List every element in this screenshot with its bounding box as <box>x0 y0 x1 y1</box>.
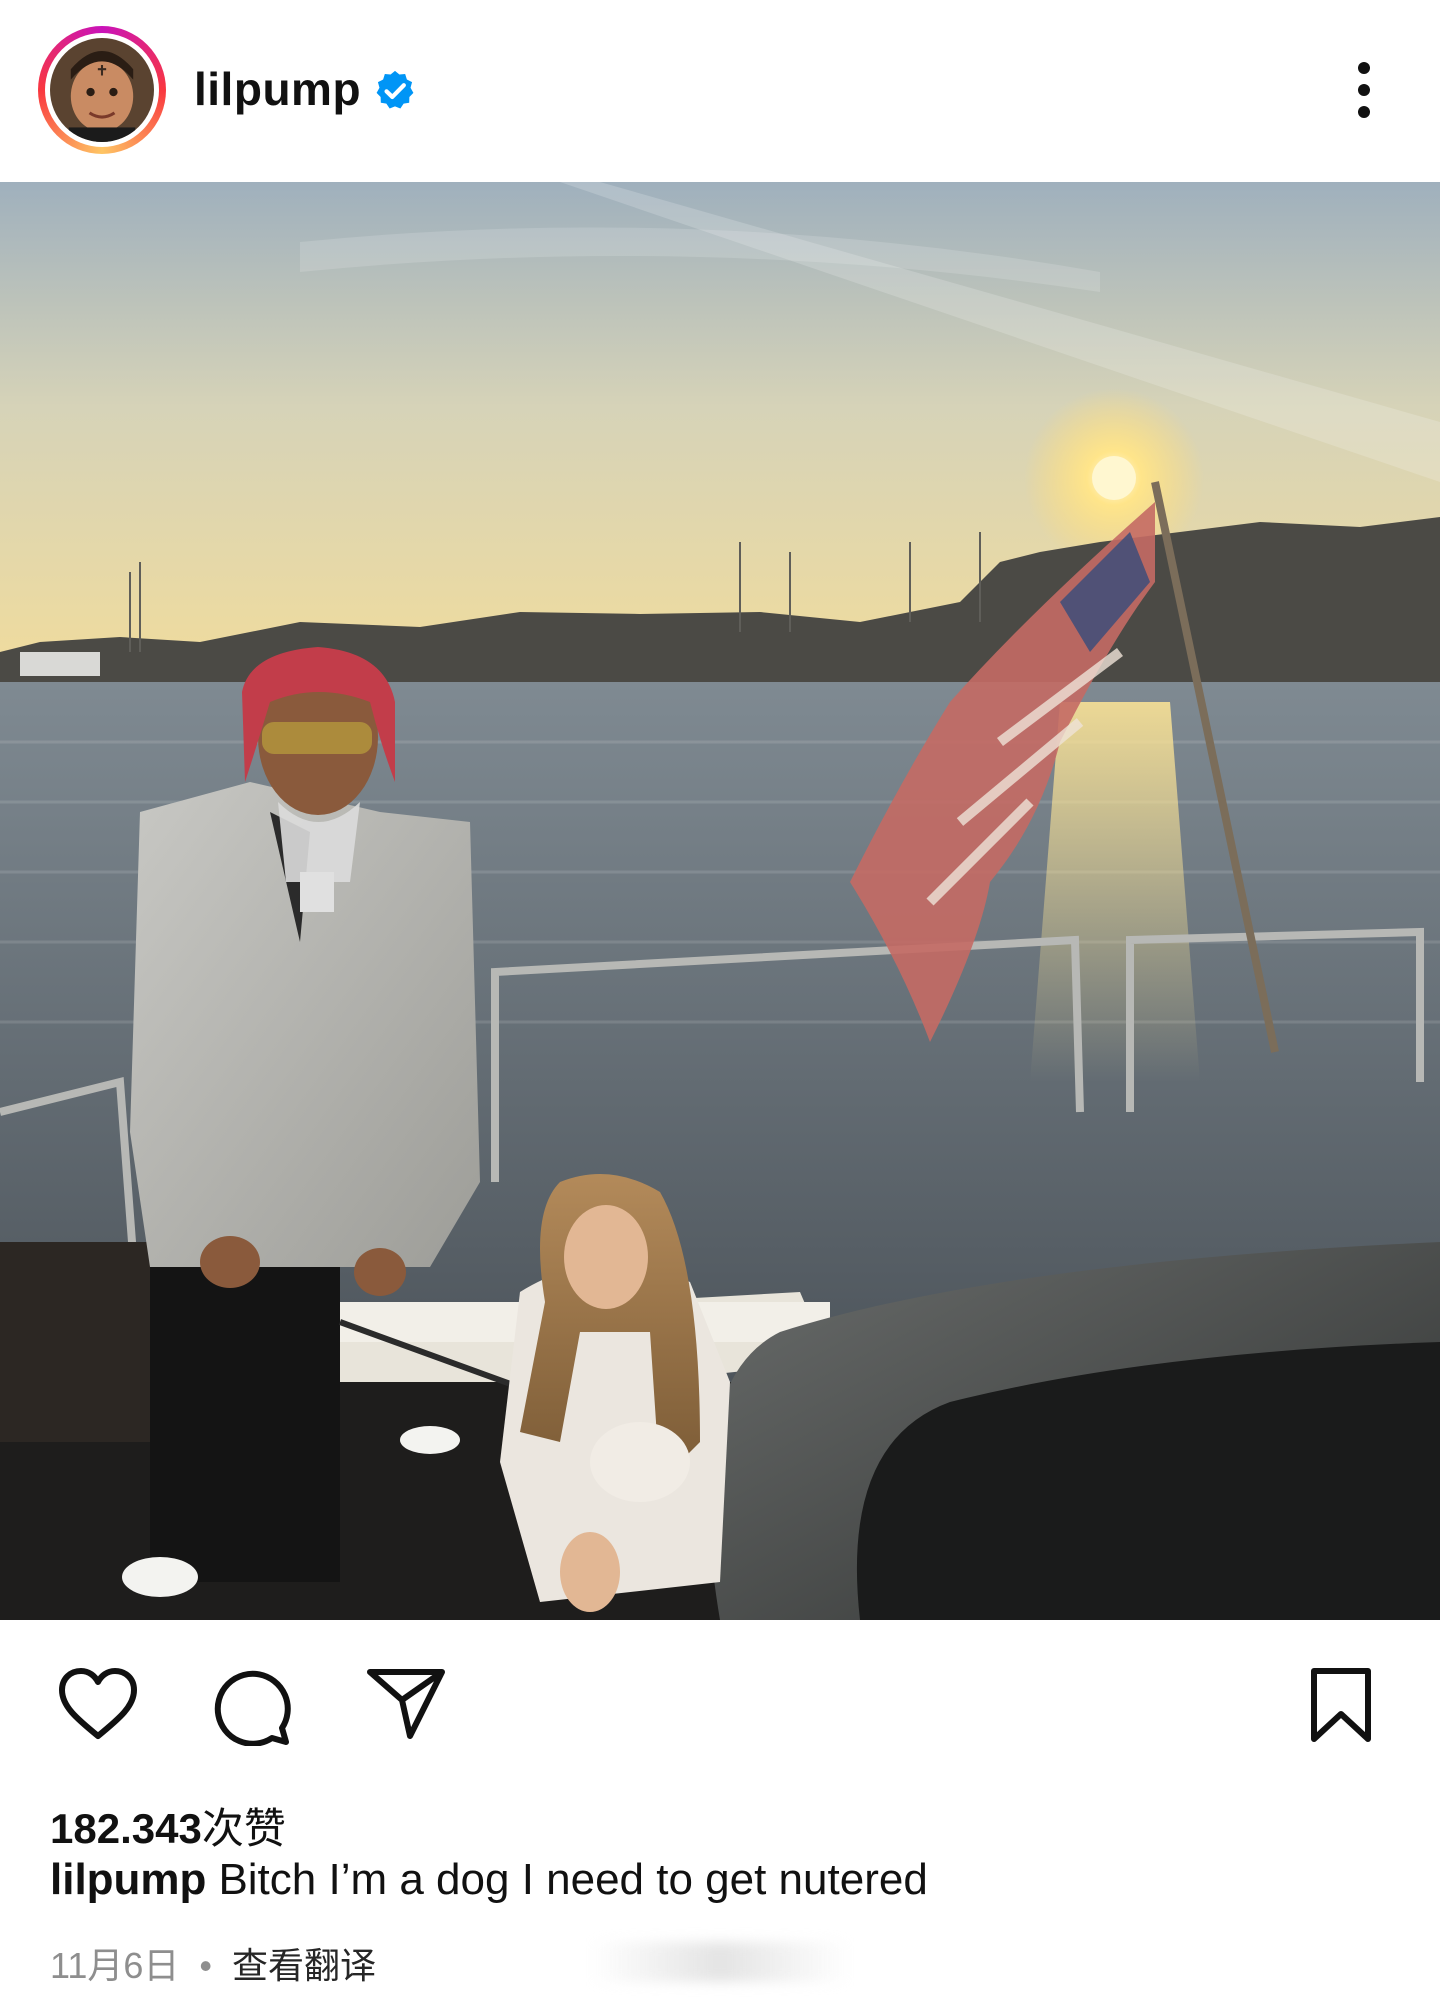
see-translation-link[interactable]: 查看翻译 <box>232 1945 376 1986</box>
action-bar <box>0 1620 1440 1780</box>
likes-unit: 次赞 <box>201 1805 286 1852</box>
avatar[interactable] <box>45 33 159 147</box>
caption-text: Bitch I’m a dog I need to get nutered <box>218 1855 928 1904</box>
likes-number: 182.343 <box>50 1805 202 1852</box>
username[interactable]: lilpump <box>194 62 361 116</box>
photo-image <box>0 182 1440 1620</box>
caption: lilpump Bitch I’m a dog I need to get nut… <box>50 1855 928 1905</box>
verified-badge-icon <box>376 70 414 109</box>
avatar-image <box>50 38 154 142</box>
blurred-area <box>590 1942 850 1982</box>
separator-dot: • <box>199 1945 213 1986</box>
caption-username[interactable]: lilpump <box>50 1855 206 1904</box>
story-ring[interactable] <box>38 26 166 154</box>
send-icon[interactable] <box>366 1666 446 1742</box>
comment-icon[interactable] <box>212 1666 292 1746</box>
post-photo[interactable] <box>0 182 1440 1620</box>
post-date: 11月6日 <box>50 1945 180 1986</box>
likes-count[interactable]: 182.343次赞 <box>50 1795 286 1856</box>
post-header: lilpump <box>0 0 1440 180</box>
post-meta: 11月6日 • 查看翻译 <box>50 1937 376 1989</box>
more-vertical-icon <box>1358 62 1370 74</box>
bookmark-icon[interactable] <box>1308 1666 1374 1744</box>
heart-icon[interactable] <box>56 1666 140 1742</box>
more-options-button[interactable] <box>1350 58 1378 122</box>
